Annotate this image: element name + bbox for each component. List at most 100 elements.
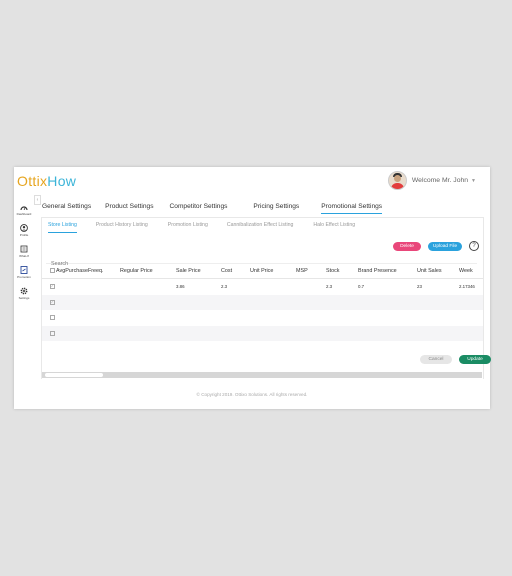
column-header[interactable]: Regular Price	[120, 264, 176, 279]
column-header[interactable]: Sale Price	[176, 264, 221, 279]
sidebar-label: Promotion	[17, 275, 31, 279]
table-cell	[296, 279, 326, 295]
column-header[interactable]: MSP	[296, 264, 326, 279]
table-cell	[358, 294, 417, 310]
table-header-row: AvgPurchaseFreeq. Regular Price Sale Pri…	[42, 264, 483, 279]
subtab-promotion-listing[interactable]: Promotion Listing	[168, 222, 208, 233]
column-header[interactable]: Week	[459, 264, 483, 279]
update-button[interactable]: Update	[459, 355, 491, 364]
table-cell	[296, 310, 326, 326]
table-cell	[176, 325, 221, 341]
search-bar	[46, 252, 477, 269]
tab-general-settings[interactable]: General Settings	[42, 203, 91, 214]
table-cell	[459, 294, 483, 310]
scrollbar-thumb[interactable]	[45, 373, 103, 377]
table-cell: 0.7	[358, 284, 365, 290]
chevron-down-icon[interactable]: ▼	[471, 178, 476, 184]
tab-pricing-settings[interactable]: Pricing Settings	[253, 203, 299, 214]
sidebar-item-promotion[interactable]: Promotion	[14, 266, 34, 287]
sidebar-item-profile[interactable]: Profile	[14, 224, 34, 245]
tab-product-settings[interactable]: Product Settings	[105, 203, 153, 214]
table-cell	[459, 325, 483, 341]
tab-competitor-settings[interactable]: Competitor Settings	[170, 203, 228, 214]
table-cell	[56, 294, 120, 310]
subtab-product-history-listing[interactable]: Product History Listing	[96, 222, 148, 233]
settings-tabs: General Settings Product Settings Compet…	[42, 203, 383, 214]
column-header[interactable]: Stock	[326, 264, 358, 279]
logo: OttixHow	[17, 173, 76, 189]
sidebar-item-whatif[interactable]: What-If	[14, 245, 34, 266]
table-row[interactable]: ✓ 3.86 2.3 2.3 0.7 23 2.17346	[42, 279, 483, 295]
subtab-halo-effect-listing[interactable]: Halo Effect Listing	[313, 222, 355, 233]
table-cell	[326, 310, 358, 326]
column-header[interactable]: AvgPurchaseFreeq.	[56, 264, 120, 279]
table-cell	[326, 294, 358, 310]
footer-copyright: © Copyright 2019. Ottixo Solutions. All …	[196, 392, 308, 397]
content-panel: Store Listing Product History Listing Pr…	[41, 217, 491, 379]
table-cell	[326, 325, 358, 341]
table-cell: 3.86	[176, 284, 185, 290]
table-cell	[296, 294, 326, 310]
user-menu[interactable]: Welcome Mr. John ▼	[387, 171, 476, 190]
promotion-icon	[20, 266, 28, 274]
dashboard-icon	[20, 203, 28, 211]
table-cell	[417, 325, 459, 341]
avatar[interactable]	[387, 171, 407, 190]
table-cell	[120, 279, 176, 295]
subtab-store-listing[interactable]: Store Listing	[48, 222, 77, 233]
row-checkbox[interactable]	[42, 310, 56, 326]
table-cell	[56, 279, 120, 295]
sidebar-item-settings[interactable]: Settings	[14, 287, 34, 308]
column-header[interactable]: Unit Sales	[417, 264, 459, 279]
logo-part1: Ottix	[17, 173, 48, 189]
table-cell	[221, 310, 250, 326]
table-cell	[120, 294, 176, 310]
table-cell: 2.17346	[459, 284, 475, 290]
cancel-button[interactable]: Cancel	[420, 355, 452, 364]
sidebar-label: Dashboard	[16, 212, 32, 216]
table-cell	[250, 279, 296, 295]
row-checkbox[interactable]	[42, 325, 56, 341]
table-row[interactable]: ✓	[42, 294, 483, 310]
select-all-checkbox[interactable]	[42, 264, 56, 279]
horizontal-scrollbar[interactable]	[42, 372, 482, 378]
welcome-text[interactable]: Welcome Mr. John	[412, 177, 468, 184]
table-cell	[250, 294, 296, 310]
sidebar-toggle-icon[interactable]: ‹	[34, 195, 41, 205]
column-header[interactable]: Unit Price	[250, 264, 296, 279]
sidebar-label: Settings	[18, 296, 30, 300]
upload-file-button[interactable]: Upload File	[428, 242, 462, 251]
logo-part2: How	[47, 173, 77, 189]
column-header[interactable]: Brand Presence	[358, 264, 417, 279]
table-cell	[358, 325, 417, 341]
profile-icon	[20, 224, 28, 232]
subtabs: Store Listing Product History Listing Pr…	[48, 222, 355, 233]
table-cell	[176, 294, 221, 310]
table-row[interactable]	[42, 310, 483, 326]
row-checkbox[interactable]: ✓	[42, 279, 56, 295]
table-cell: 23	[417, 284, 422, 290]
column-header[interactable]: Cost	[221, 264, 250, 279]
sidebar-label: Profile	[19, 233, 29, 237]
gear-icon	[20, 287, 28, 295]
table-cell	[358, 310, 417, 326]
sidebar: Dashboard Profile What-If Promotion Sett…	[14, 203, 34, 308]
sidebar-item-dashboard[interactable]: Dashboard	[14, 203, 34, 224]
table-cell	[56, 325, 120, 341]
sidebar-label: What-If	[19, 254, 29, 258]
table-cell	[417, 310, 459, 326]
subtab-cannibalization-effect-listing[interactable]: Cannibalization Effect Listing	[227, 222, 294, 233]
table-cell	[221, 325, 250, 341]
table-cell	[250, 310, 296, 326]
whatif-icon	[20, 245, 28, 253]
tab-promotional-settings[interactable]: Promotional Settings	[321, 203, 383, 214]
app-window: OttixHow Welcome Mr. John ▼ ‹ Dashboard …	[14, 167, 491, 409]
table-cell: 2.3	[221, 284, 228, 290]
help-icon[interactable]: ?	[469, 241, 479, 251]
table-row[interactable]	[42, 325, 483, 341]
delete-button[interactable]: Delete	[393, 242, 421, 251]
row-checkbox[interactable]: ✓	[42, 294, 56, 310]
table-cell	[120, 310, 176, 326]
table-cell	[250, 325, 296, 341]
table-cell	[221, 294, 250, 310]
